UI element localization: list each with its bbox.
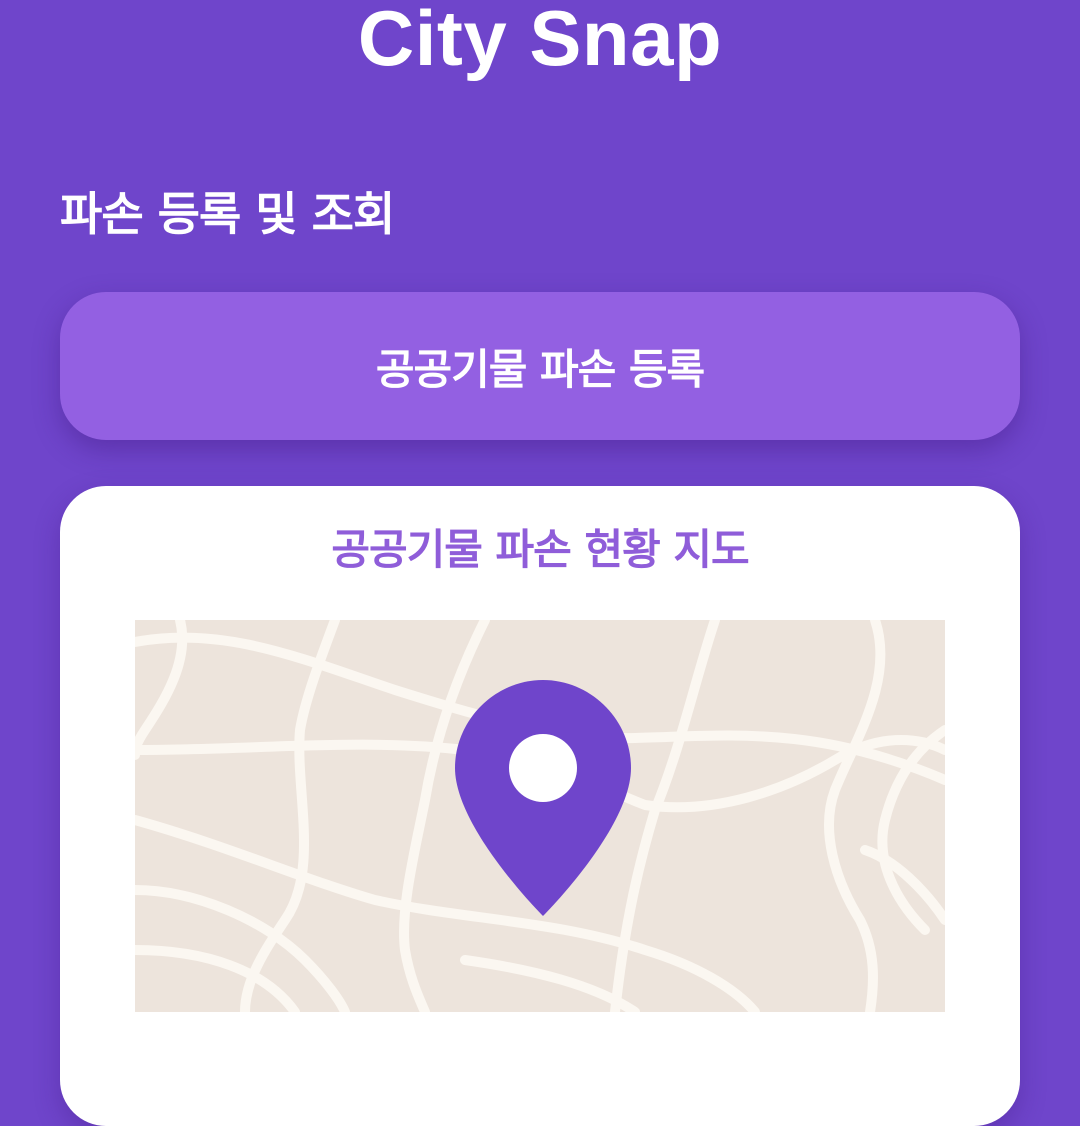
map-icon[interactable] bbox=[135, 620, 945, 1012]
damage-map-card[interactable]: 공공기물 파손 현황 지도 bbox=[60, 486, 1020, 1126]
map-card-title: 공공기물 파손 현황 지도 bbox=[331, 525, 749, 574]
app-title: City Snap bbox=[357, 0, 723, 82]
map-illustration bbox=[135, 620, 945, 1012]
register-damage-button-label: 공공기물 파손 등록 bbox=[375, 344, 705, 394]
register-damage-button[interactable]: 공공기물 파손 등록 bbox=[60, 292, 1020, 440]
section-heading: 파손 등록 및 조회 bbox=[60, 187, 395, 241]
